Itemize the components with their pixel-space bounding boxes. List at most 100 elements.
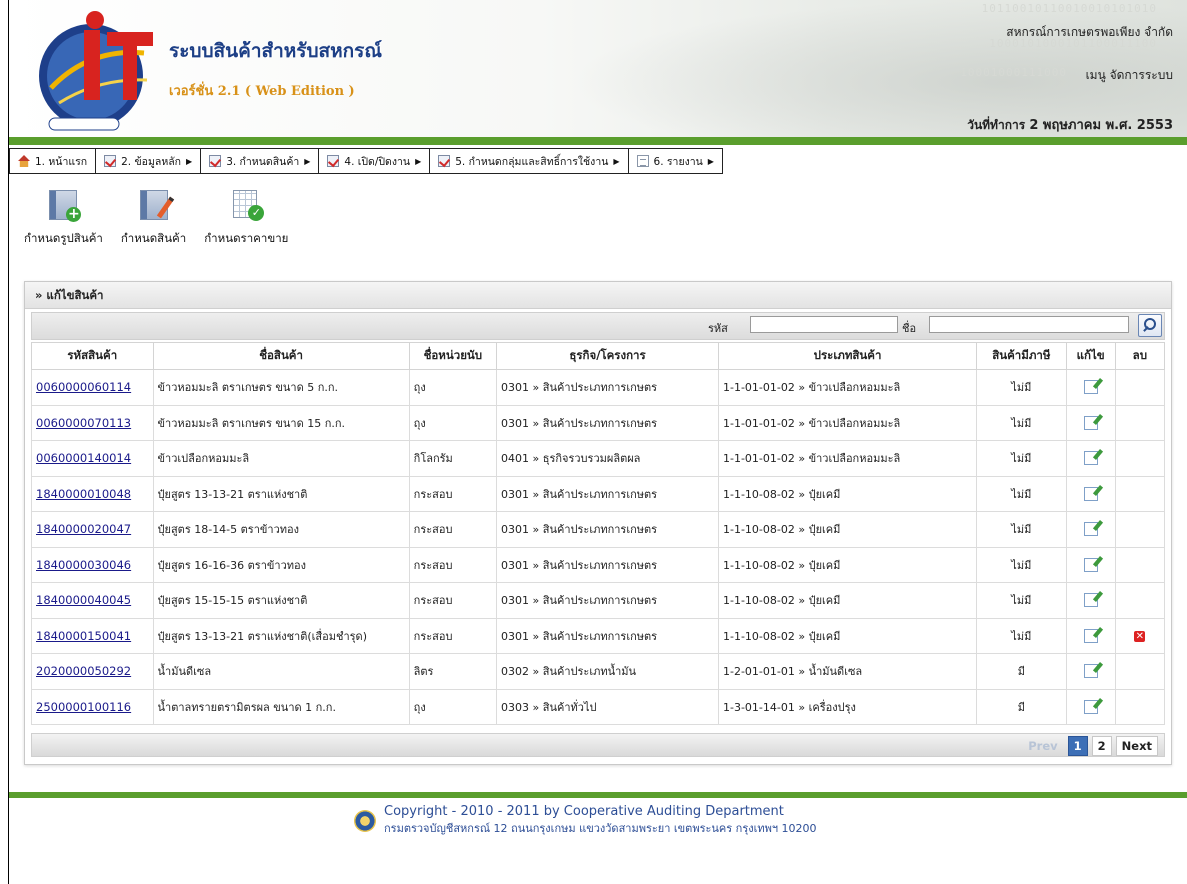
menu-home[interactable]: 1. หน้าแรก (10, 149, 97, 173)
cell-code: 1840000020047 (31, 511, 154, 548)
cell-delete (1114, 653, 1166, 690)
header-divider (9, 137, 1187, 145)
cell-type: 1-1-01-01-02 » ข้าวเปลือกหอมมะลิ (717, 440, 978, 477)
menu-open-close-work[interactable]: 4. เปิด/ปิดงาน ▶ (319, 149, 431, 173)
cell-name: ปุ๋ยสูตร 15-15-15 ตราแห่งชาติ (152, 582, 410, 619)
col-code[interactable]: รหัสสินค้า (31, 342, 154, 370)
cell-tax: ไม่มี (976, 440, 1067, 477)
cell-delete: ✕ (1114, 617, 1166, 654)
edit-icon[interactable] (1083, 380, 1098, 395)
cell-business: 0301 » สินค้าประเภทการเกษตร (496, 369, 719, 406)
search-button[interactable] (1138, 314, 1162, 337)
cell-name: ปุ๋ยสูตร 16-16-36 ตราข้าวทอง (152, 546, 410, 583)
product-code-link[interactable]: 1840000030046 (36, 558, 131, 572)
cell-delete (1114, 582, 1166, 619)
menu-reports[interactable]: 6. รายงาน ▶ (629, 149, 722, 173)
work-date: วันที่ทำการ 2 พฤษภาคม พ.ศ. 2553 (967, 114, 1173, 135)
next-page-button[interactable]: Next (1115, 736, 1158, 756)
search-code-label: รหัส (708, 322, 728, 335)
edit-icon[interactable] (1083, 522, 1098, 537)
col-unit[interactable]: ชื่อหน่วยนับ (408, 342, 498, 370)
edit-sheet-icon (138, 188, 174, 220)
product-code-link[interactable]: 1840000040045 (36, 593, 131, 607)
department-seal-icon (354, 809, 376, 832)
cell-edit (1065, 440, 1116, 477)
app-title: ระบบสินค้าสำหรับสหกรณ์ (169, 40, 383, 62)
cell-type: 1-1-10-08-02 » ปุ๋ยเคมี (717, 582, 978, 619)
product-code-link[interactable]: 1840000150041 (36, 629, 131, 643)
work-date-value: 2 พฤษภาคม พ.ศ. 2553 (1029, 118, 1173, 133)
delete-icon[interactable]: ✕ (1134, 631, 1146, 643)
checklist-icon (438, 155, 451, 167)
edit-icon[interactable] (1083, 486, 1098, 501)
menu-master-data[interactable]: 2. ข้อมูลหลัก ▶ (96, 149, 202, 173)
cell-unit: กระสอบ (408, 617, 498, 654)
menu-label: 6. รายงาน (653, 155, 703, 168)
col-business[interactable]: ธุรกิจ/โครงการ (496, 342, 719, 370)
cell-unit: ถุง (408, 369, 498, 406)
col-name[interactable]: ชื่อสินค้า (152, 342, 410, 370)
cell-code: 0060000060114 (31, 369, 154, 406)
menu-groups-permissions[interactable]: 5. กำหนดกลุ่มและสิทธิ์การใช้งาน ▶ (430, 149, 629, 173)
col-delete: ลบ (1114, 342, 1166, 370)
cell-name: น้ำตาลทรายตรามิตรผล ขนาด 1 ก.ก. (152, 688, 410, 725)
table-row: 0060000060114 ข้าวหอมมะลิ ตราเกษตร ขนาด 5… (31, 369, 1166, 406)
document-icon (636, 155, 649, 167)
cell-code: 1840000150041 (31, 617, 154, 654)
cell-edit (1065, 582, 1116, 619)
prev-page-button[interactable]: Prev (1022, 736, 1063, 756)
cell-business: 0301 » สินค้าประเภทการเกษตร (496, 404, 719, 441)
edit-icon[interactable] (1083, 415, 1098, 430)
edit-icon[interactable] (1083, 557, 1098, 572)
price-setup-button[interactable]: ✓ กำหนดราคาขาย (204, 188, 288, 248)
cell-tax: ไม่มี (976, 404, 1067, 441)
product-code-link[interactable]: 1840000010048 (36, 487, 131, 501)
tool-label: กำหนดรูปสินค้า (24, 231, 103, 245)
cell-business: 0302 » สินค้าประเภทน้ำมัน (496, 653, 719, 690)
menu-product-setup[interactable]: 3. กำหนดสินค้า ▶ (201, 149, 320, 173)
col-type[interactable]: ประเภทสินค้า (717, 342, 978, 370)
product-group-button[interactable]: + กำหนดรูปสินค้า (24, 188, 103, 248)
product-code-link[interactable]: 2020000050292 (36, 664, 131, 678)
cell-edit (1065, 688, 1116, 725)
product-code-link[interactable]: 2500000100116 (36, 700, 131, 714)
product-code-link[interactable]: 0060000140014 (36, 451, 131, 465)
cell-name: น้ำมันดีเซล (152, 653, 410, 690)
edit-icon[interactable] (1083, 593, 1098, 608)
cell-code: 2020000050292 (31, 653, 154, 690)
cell-type: 1-1-01-01-02 » ข้าวเปลือกหอมมะลิ (717, 404, 978, 441)
edit-icon[interactable] (1083, 628, 1098, 643)
admin-menu-link[interactable]: เมนู จัดการระบบ (1086, 66, 1173, 85)
cell-code: 0060000070113 (31, 404, 154, 441)
footer: Copyright - 2010 - 2011 by Cooperative A… (354, 804, 817, 837)
product-setup-button[interactable]: กำหนดสินค้า (121, 188, 186, 248)
page-2-button[interactable]: 2 (1091, 736, 1112, 756)
cell-code: 1840000010048 (31, 475, 154, 512)
edit-icon[interactable] (1083, 664, 1098, 679)
edit-icon[interactable] (1083, 451, 1098, 466)
cell-name: ข้าวหอมมะลิ ตราเกษตร ขนาด 15 ก.ก. (152, 404, 410, 441)
search-code-input[interactable] (750, 316, 898, 333)
tool-label: กำหนดสินค้า (120, 231, 187, 245)
col-tax[interactable]: สินค้ามีภาษี (976, 342, 1067, 370)
cell-name: ปุ๋ยสูตร 13-13-21 ตราแห่งชาติ(เสื่อมชำรุ… (152, 617, 410, 654)
product-code-link[interactable]: 0060000060114 (36, 380, 131, 394)
col-edit: แก้ไข (1065, 342, 1116, 370)
page-1-button[interactable]: 1 (1067, 736, 1088, 756)
cell-type: 1-2-01-01-01 » น้ำมันดีเซล (717, 653, 978, 690)
edit-icon[interactable] (1083, 699, 1098, 714)
quick-toolbar: + กำหนดรูปสินค้า กำหนดสินค้า ✓ กำหนดราคา… (24, 188, 288, 248)
cell-unit: กิโลกรัม (408, 440, 498, 477)
search-name-input[interactable] (929, 316, 1129, 333)
table-row: 0060000140014 ข้าวเปลือกหอมมะลิ กิโลกรัม 04… (31, 440, 1166, 477)
cell-tax: มี (976, 653, 1067, 690)
cell-unit: ถุง (408, 688, 498, 725)
cell-business: 0301 » สินค้าประเภทการเกษตร (496, 582, 719, 619)
product-code-link[interactable]: 0060000070113 (36, 416, 131, 430)
cell-name: ข้าวหอมมะลิ ตราเกษตร ขนาด 5 ก.ก. (152, 369, 410, 406)
product-code-link[interactable]: 1840000020047 (36, 522, 131, 536)
price-grid-icon: ✓ (230, 188, 265, 221)
cell-name: ข้าวเปลือกหอมมะลิ (152, 440, 410, 477)
caret-right-icon: ▶ (186, 156, 193, 166)
cell-delete (1114, 404, 1166, 441)
